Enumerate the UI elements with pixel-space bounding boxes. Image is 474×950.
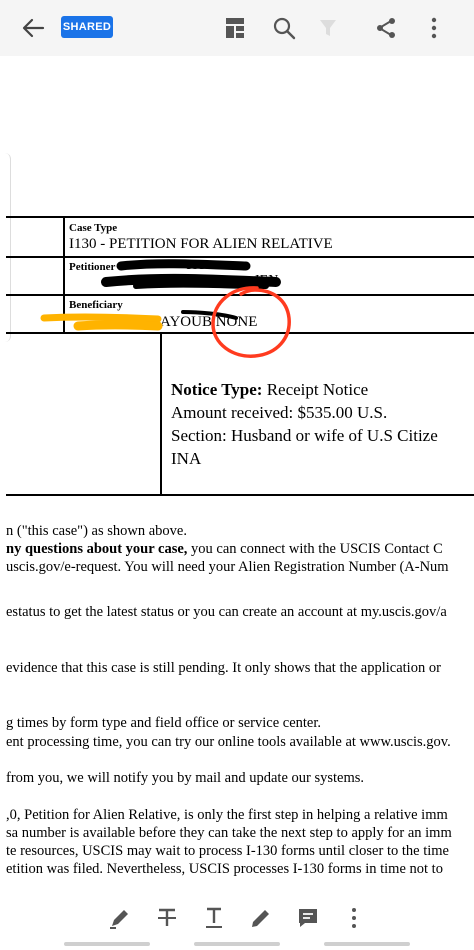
body-line: from you, we will notify you by mail and…: [6, 770, 365, 786]
body-line: ent processing time, you can try our onl…: [6, 734, 451, 750]
table-border: [6, 216, 474, 218]
underline-icon[interactable]: [202, 906, 226, 930]
table-border: [6, 494, 474, 496]
more-vertical-icon[interactable]: [350, 906, 358, 930]
body-line: uscis.gov/e-request. You will need your …: [6, 559, 449, 575]
nav-pill: [64, 942, 150, 946]
body-line-rest: you can connect with the USCIS Contact C: [187, 541, 443, 557]
notice-type: Notice Type: Receipt Notice: [171, 380, 368, 400]
page-edge-handle[interactable]: [4, 153, 11, 342]
page-layout-icon[interactable]: [224, 16, 246, 40]
annotation-toolbar: [0, 886, 474, 950]
body-line: te resources, USCIS may wait to process …: [6, 843, 449, 859]
notice-ina: INA: [171, 449, 202, 468]
top-app-bar: SHARED: [0, 0, 474, 56]
notice-type-label: Notice Type:: [171, 380, 263, 399]
body-line: n ("this case") as shown above.: [6, 523, 187, 539]
nav-pill: [324, 942, 410, 946]
pencil-icon[interactable]: [249, 906, 273, 930]
share-icon[interactable]: [374, 16, 398, 40]
notice-section: Section: Husband or wife of U.S Citize: [171, 426, 438, 445]
body-line: evidence that this case is still pending…: [6, 660, 441, 676]
strikethrough-icon[interactable]: [155, 906, 179, 930]
shared-badge: SHARED: [61, 16, 113, 38]
case-type-label: Case Type: [69, 222, 118, 234]
search-icon[interactable]: [272, 16, 296, 40]
filter-icon[interactable]: [318, 17, 338, 39]
body-line: ,0, Petition for Alien Relative, is only…: [6, 807, 448, 823]
body-line-bold: ny questions about your case,: [6, 541, 188, 557]
body-line: estatus to get the latest status or you …: [6, 604, 447, 620]
table-border: [160, 332, 162, 496]
comment-icon[interactable]: [296, 906, 320, 930]
pen-icon[interactable]: [108, 906, 132, 930]
case-type-value: I130 - PETITION FOR ALIEN RELATIVE: [69, 236, 333, 252]
body-line: sa number is available before they can t…: [6, 825, 452, 841]
back-arrow-icon[interactable]: [20, 16, 46, 40]
red-circle-annotation[interactable]: [205, 282, 297, 362]
body-line: g times by form type and field office or…: [6, 715, 321, 731]
amount-received: Amount received: $535.00 U.S.: [171, 403, 388, 422]
more-vertical-icon[interactable]: [430, 16, 438, 40]
body-line: etition was filed. Nevertheless, USCIS p…: [6, 861, 443, 877]
notice-type-value: Receipt Notice: [266, 380, 369, 399]
nav-pill[interactable]: [194, 942, 280, 946]
document-page[interactable]: Case Type I130 - PETITION FOR ALIEN RELA…: [0, 56, 474, 906]
body-line: ny questions about your case, you can co…: [6, 541, 443, 558]
